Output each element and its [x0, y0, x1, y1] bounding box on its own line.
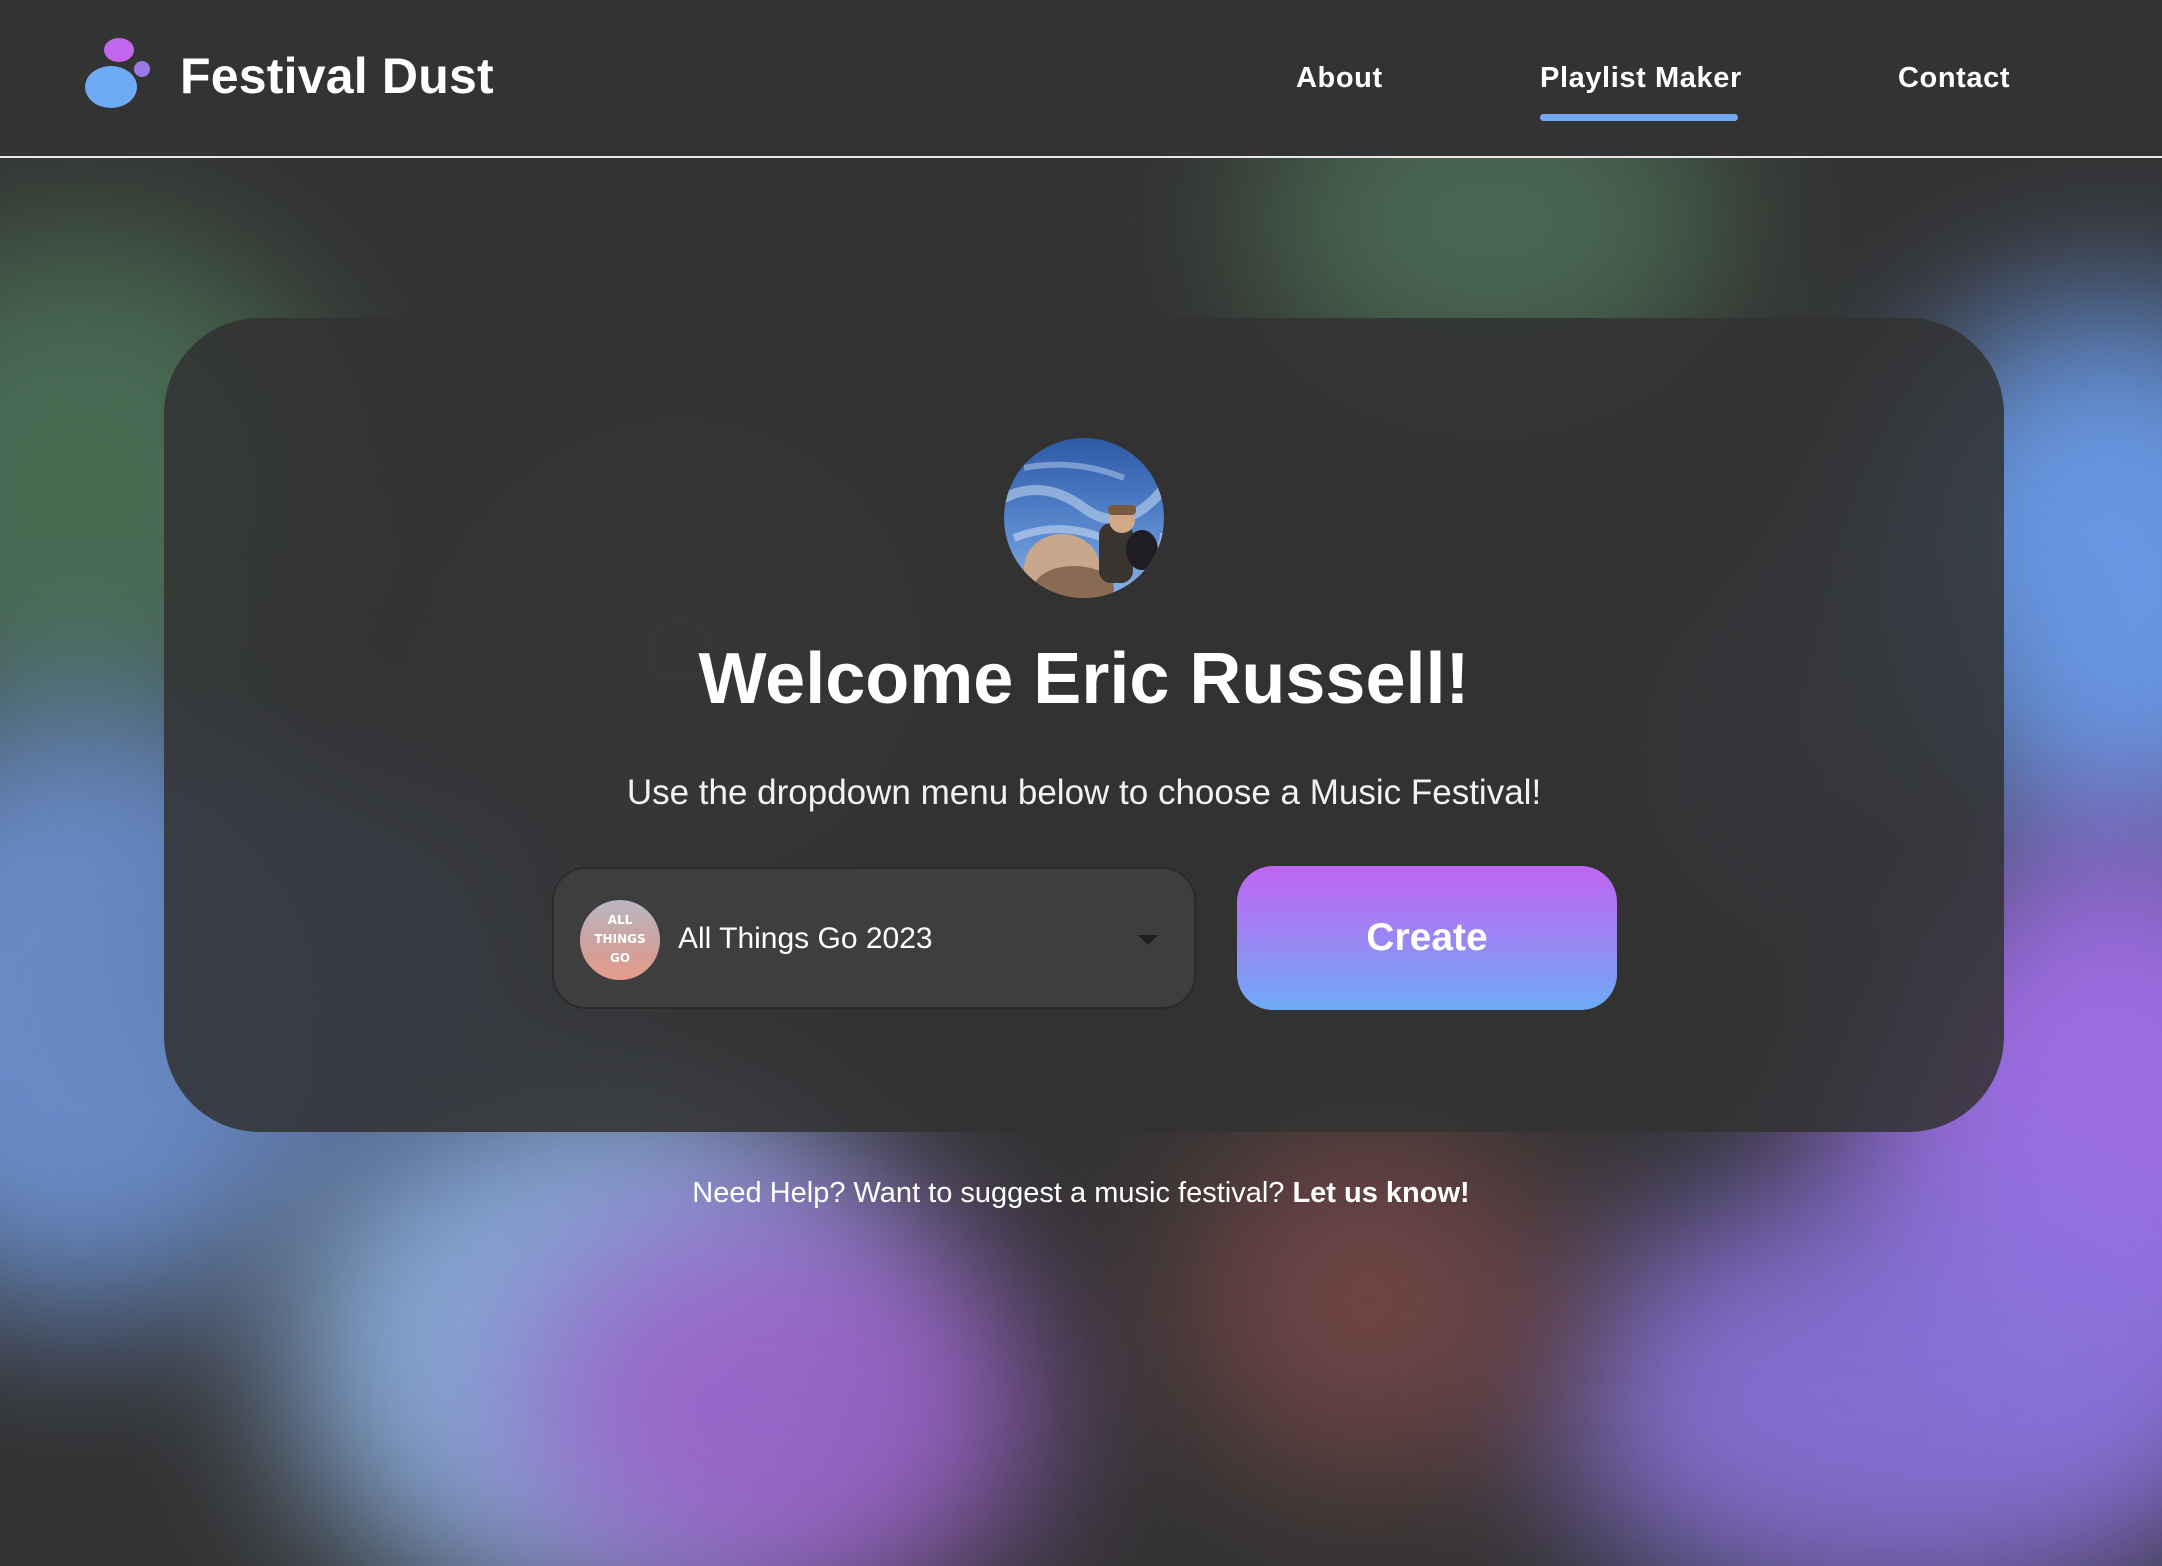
help-footer: Need Help? Want to suggest a music festi…: [0, 1172, 2162, 1214]
festival-logo: ALL THINGS GO: [580, 900, 660, 980]
welcome-card: Welcome Eric Russell! Use the dropdown m…: [164, 318, 2004, 1132]
instructions-text: Use the dropdown menu below to choose a …: [626, 773, 1542, 812]
top-navbar: Festival Dust About Playlist Maker Conta…: [0, 0, 2162, 158]
help-text: Need Help? Want to suggest a music festi…: [692, 1177, 1285, 1209]
create-button[interactable]: Create: [1237, 866, 1617, 1010]
active-nav-indicator: [1540, 114, 1738, 121]
nav-about-link[interactable]: About: [1296, 58, 1383, 98]
festival-logo-text: THINGS: [594, 932, 646, 946]
bubbles-logo-icon[interactable]: [84, 36, 154, 110]
let-us-know-link[interactable]: Let us know!: [1292, 1177, 1469, 1209]
festival-logo-text: GO: [609, 951, 631, 965]
avatar: [1004, 438, 1164, 598]
festival-selected-value: All Things Go 2023: [678, 922, 933, 955]
background-blob: [1550, 1180, 2162, 1566]
nav-contact-link[interactable]: Contact: [1898, 58, 2010, 98]
festival-dropdown[interactable]: ALL THINGS GO All Things Go 2023: [552, 867, 1196, 1009]
nav-playlist-maker-link[interactable]: Playlist Maker: [1540, 58, 1742, 98]
caret-down-icon[interactable]: [1138, 935, 1158, 945]
profile-photo: [1004, 438, 1164, 598]
festival-logo-text: ALL: [607, 913, 633, 927]
brand-name[interactable]: Festival Dust: [180, 46, 494, 106]
welcome-heading: Welcome Eric Russell!: [698, 639, 1470, 719]
